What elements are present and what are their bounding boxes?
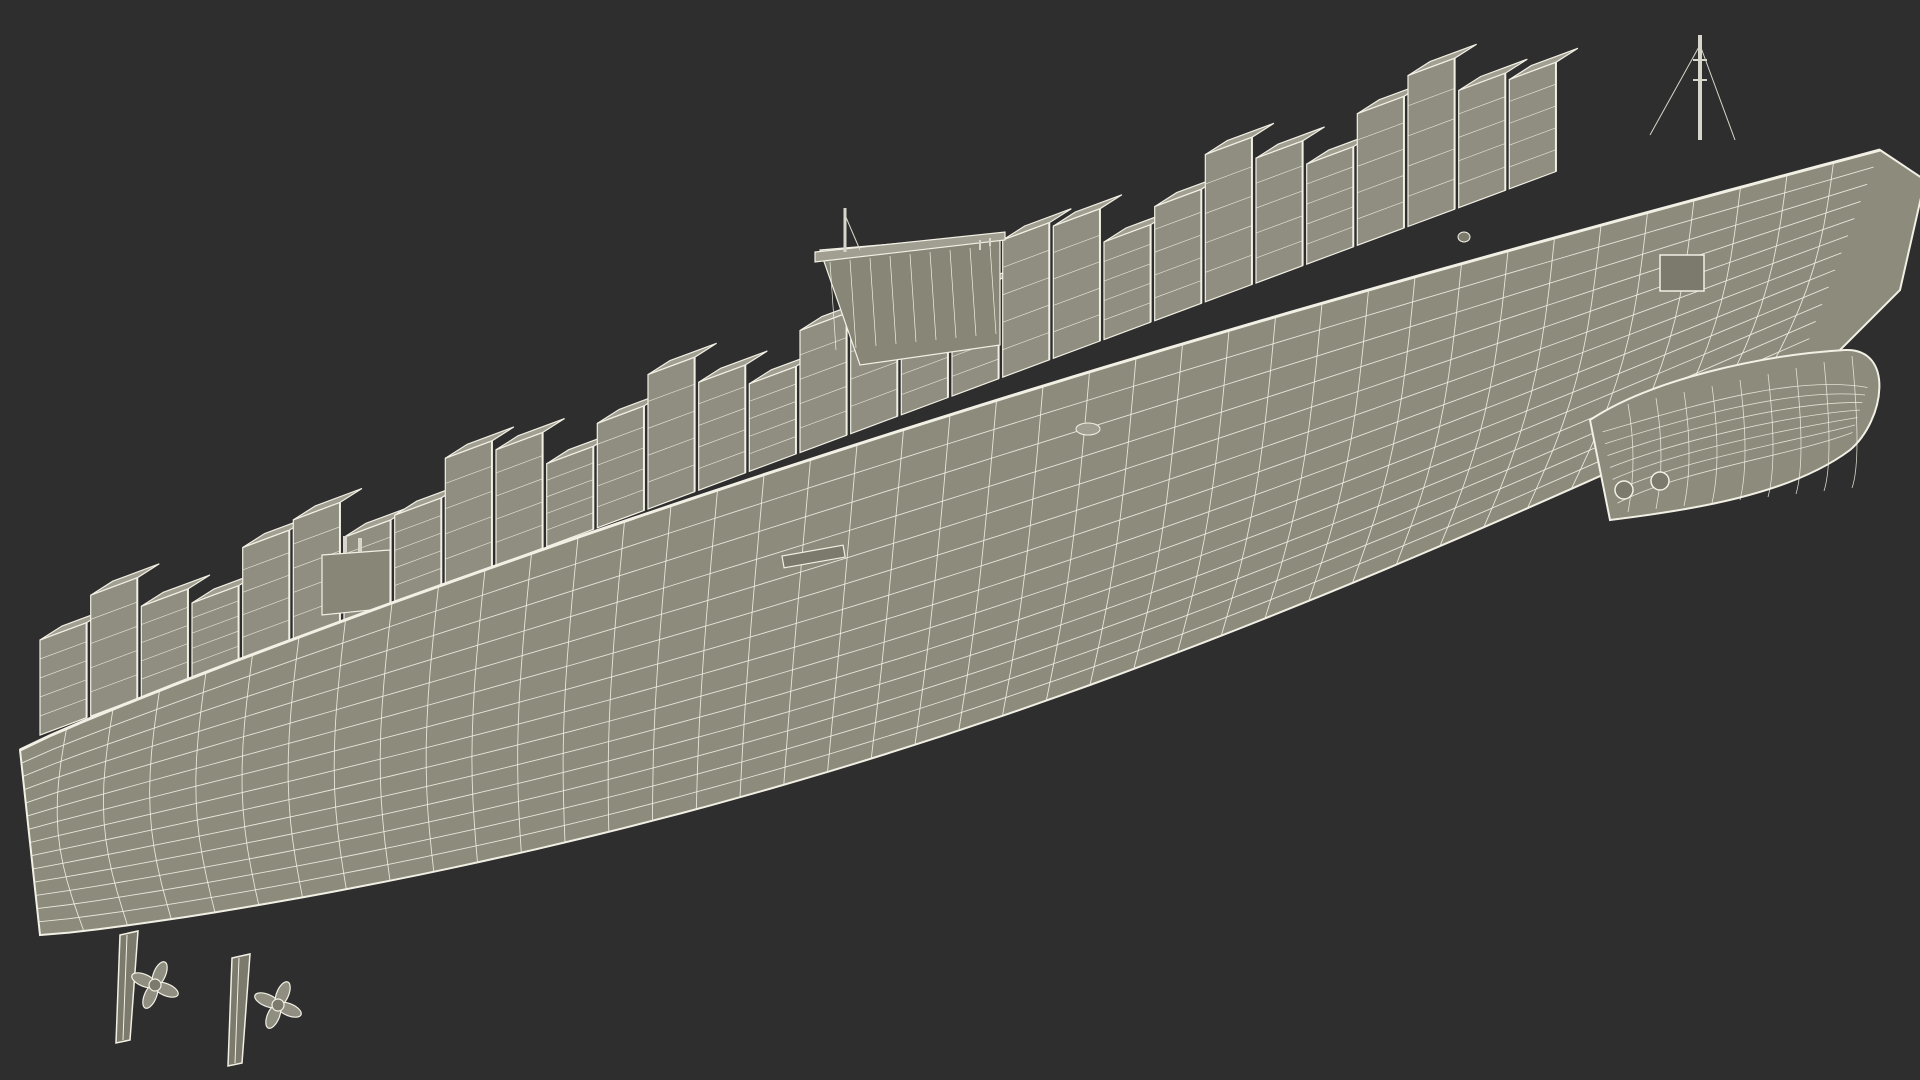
bow-thruster xyxy=(1614,480,1634,500)
hull-fitting xyxy=(1075,422,1101,436)
container-stack xyxy=(1508,47,1579,190)
wireframe-viewport xyxy=(0,0,1920,1080)
propeller xyxy=(131,961,179,1009)
ship-render xyxy=(18,35,1920,1067)
funnel xyxy=(321,549,391,616)
hull-fitting xyxy=(1457,231,1471,243)
rudder xyxy=(115,930,139,1044)
anchor-pocket xyxy=(1659,254,1705,292)
rudder xyxy=(227,953,251,1067)
stern-rudders-propellers xyxy=(115,930,302,1067)
bow-thruster xyxy=(1650,471,1670,491)
propeller xyxy=(254,981,302,1029)
